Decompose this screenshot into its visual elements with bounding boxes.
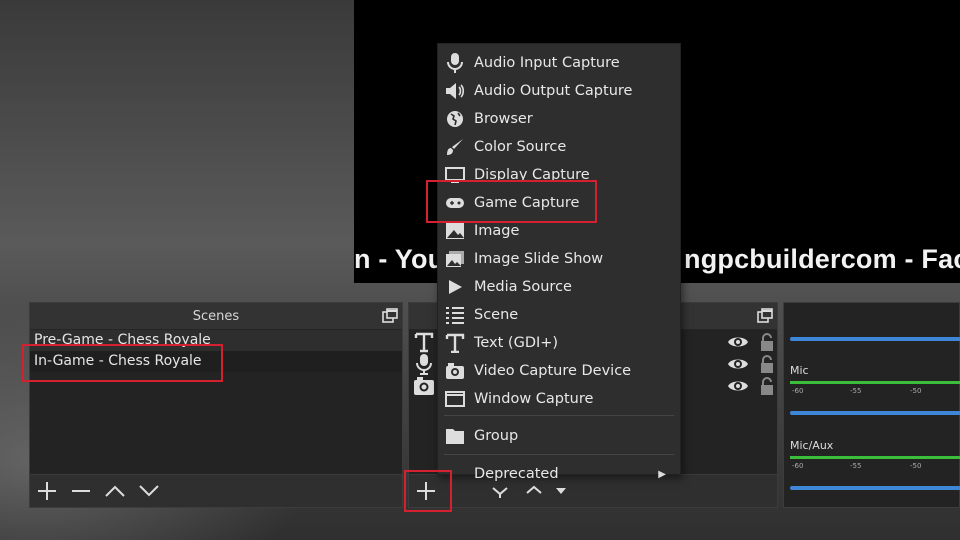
chevron-down-icon xyxy=(139,485,159,497)
float-dock-icon[interactable] xyxy=(757,308,773,324)
chevron-up-icon xyxy=(105,485,125,497)
image-icon xyxy=(446,223,464,239)
menu-item-label: Audio Output Capture xyxy=(474,83,633,99)
scene-list: Pre-Game - Chess Royale In-Game - Chess … xyxy=(30,330,402,476)
meter-ticks: -60 -55 -50 xyxy=(790,462,960,470)
menu-item-image[interactable]: Image xyxy=(438,217,680,245)
minus-icon xyxy=(72,490,90,492)
menu-item-display-capture[interactable]: Display Capture xyxy=(438,161,680,189)
monitor-icon xyxy=(445,167,465,183)
ticker-text-right: ngpcbuildercom - Fac xyxy=(684,244,960,274)
menu-item-window-capture[interactable]: Window Capture xyxy=(438,385,680,413)
scenes-dock-title: Scenes xyxy=(30,303,402,330)
menu-item-label: Group xyxy=(474,428,519,444)
camera-icon xyxy=(446,363,464,379)
gamepad-icon xyxy=(446,198,464,208)
menu-item-label: Color Source xyxy=(474,139,567,155)
lock-icon[interactable] xyxy=(759,332,775,352)
folder-icon xyxy=(446,429,464,444)
submenu-arrow-icon: ▶ xyxy=(658,468,666,480)
menu-item-audio-input-capture[interactable]: Audio Input Capture xyxy=(438,49,680,77)
lock-icon[interactable] xyxy=(759,354,775,374)
brush-icon xyxy=(447,139,463,155)
menu-item-label: Scene xyxy=(474,307,519,323)
slideshow-icon xyxy=(446,251,464,267)
mixer-track-label: Mic xyxy=(790,364,809,377)
volume-slider[interactable] xyxy=(790,411,960,415)
scenes-dock: Scenes Pre-Game - Chess Royale In-Game -… xyxy=(29,302,403,508)
float-dock-icon[interactable] xyxy=(382,308,398,324)
tick-label: -60 xyxy=(792,462,804,470)
menu-item-game-capture[interactable]: Game Capture xyxy=(438,189,680,217)
audio-mixer-dock: Mic -60 -55 -50 Mic/Aux -60 -55 -50 xyxy=(783,302,960,508)
microphone-icon xyxy=(447,53,463,73)
menu-item-video-capture-device[interactable]: Video Capture Device xyxy=(438,357,680,385)
menu-item-label: Text (GDI+) xyxy=(474,335,559,351)
meter-ticks: -60 -55 -50 xyxy=(790,387,960,395)
menu-item-group[interactable]: Group xyxy=(438,422,680,450)
scenes-title: Scenes xyxy=(192,308,240,324)
menu-item-label: Browser xyxy=(474,111,533,127)
scene-item[interactable]: Pre-Game - Chess Royale xyxy=(30,330,402,351)
menu-item-label: Display Capture xyxy=(474,167,590,183)
menu-item-deprecated[interactable]: Deprecated ▶ xyxy=(438,460,680,488)
menu-separator xyxy=(444,415,674,416)
move-scene-up-button[interactable] xyxy=(98,475,132,508)
menu-item-label: Game Capture xyxy=(474,195,580,211)
plus-icon xyxy=(38,482,56,500)
play-icon xyxy=(449,280,462,294)
menu-item-label: Image Slide Show xyxy=(474,251,604,267)
camera-icon xyxy=(414,377,434,395)
menu-item-scene[interactable]: Scene xyxy=(438,301,680,329)
scenes-toolbar xyxy=(30,474,402,507)
speaker-icon xyxy=(446,83,465,99)
tick-label: -55 xyxy=(850,387,862,395)
menu-item-audio-output-capture[interactable]: Audio Output Capture xyxy=(438,77,680,105)
tick-label: -60 xyxy=(792,387,804,395)
visibility-eye-icon[interactable] xyxy=(727,378,749,394)
add-source-context-menu: Audio Input Capture Audio Output Capture… xyxy=(437,43,681,482)
mixer-track-label: Mic/Aux xyxy=(790,439,834,452)
ticker-text-left: n - You xyxy=(354,244,445,274)
menu-separator xyxy=(444,454,674,455)
add-scene-button[interactable] xyxy=(30,475,64,508)
menu-item-color-source[interactable]: Color Source xyxy=(438,133,680,161)
menu-item-label: Audio Input Capture xyxy=(474,55,620,71)
visibility-eye-icon[interactable] xyxy=(727,356,749,372)
scene-item-selected[interactable]: In-Game - Chess Royale xyxy=(30,351,402,372)
menu-item-image-slide-show[interactable]: Image Slide Show xyxy=(438,245,680,273)
text-icon xyxy=(414,332,434,353)
tick-label: -55 xyxy=(850,462,862,470)
menu-item-label: Image xyxy=(474,223,520,239)
caret-down-icon xyxy=(556,488,566,494)
audio-level-meter xyxy=(790,381,960,384)
menu-item-text-gdi[interactable]: Text (GDI+) xyxy=(438,329,680,357)
tick-label: -50 xyxy=(910,462,922,470)
remove-scene-button[interactable] xyxy=(64,475,98,508)
volume-slider[interactable] xyxy=(790,486,960,490)
menu-item-media-source[interactable]: Media Source xyxy=(438,273,680,301)
visibility-eye-icon[interactable] xyxy=(727,334,749,350)
menu-item-label: Media Source xyxy=(474,279,572,295)
menu-item-label: Video Capture Device xyxy=(474,363,632,379)
menu-item-label: Window Capture xyxy=(474,391,594,407)
tick-label: -50 xyxy=(910,387,922,395)
list-icon xyxy=(446,307,464,324)
microphone-icon xyxy=(416,354,432,375)
lock-icon[interactable] xyxy=(759,376,775,396)
volume-slider[interactable] xyxy=(790,337,960,341)
globe-icon xyxy=(447,111,463,127)
audio-level-meter xyxy=(790,456,960,459)
window-icon xyxy=(445,391,465,407)
menu-item-browser[interactable]: Browser xyxy=(438,105,680,133)
plus-icon xyxy=(417,482,435,500)
menu-item-label: Deprecated xyxy=(474,466,559,482)
move-scene-down-button[interactable] xyxy=(132,475,166,508)
text-icon xyxy=(445,333,465,353)
